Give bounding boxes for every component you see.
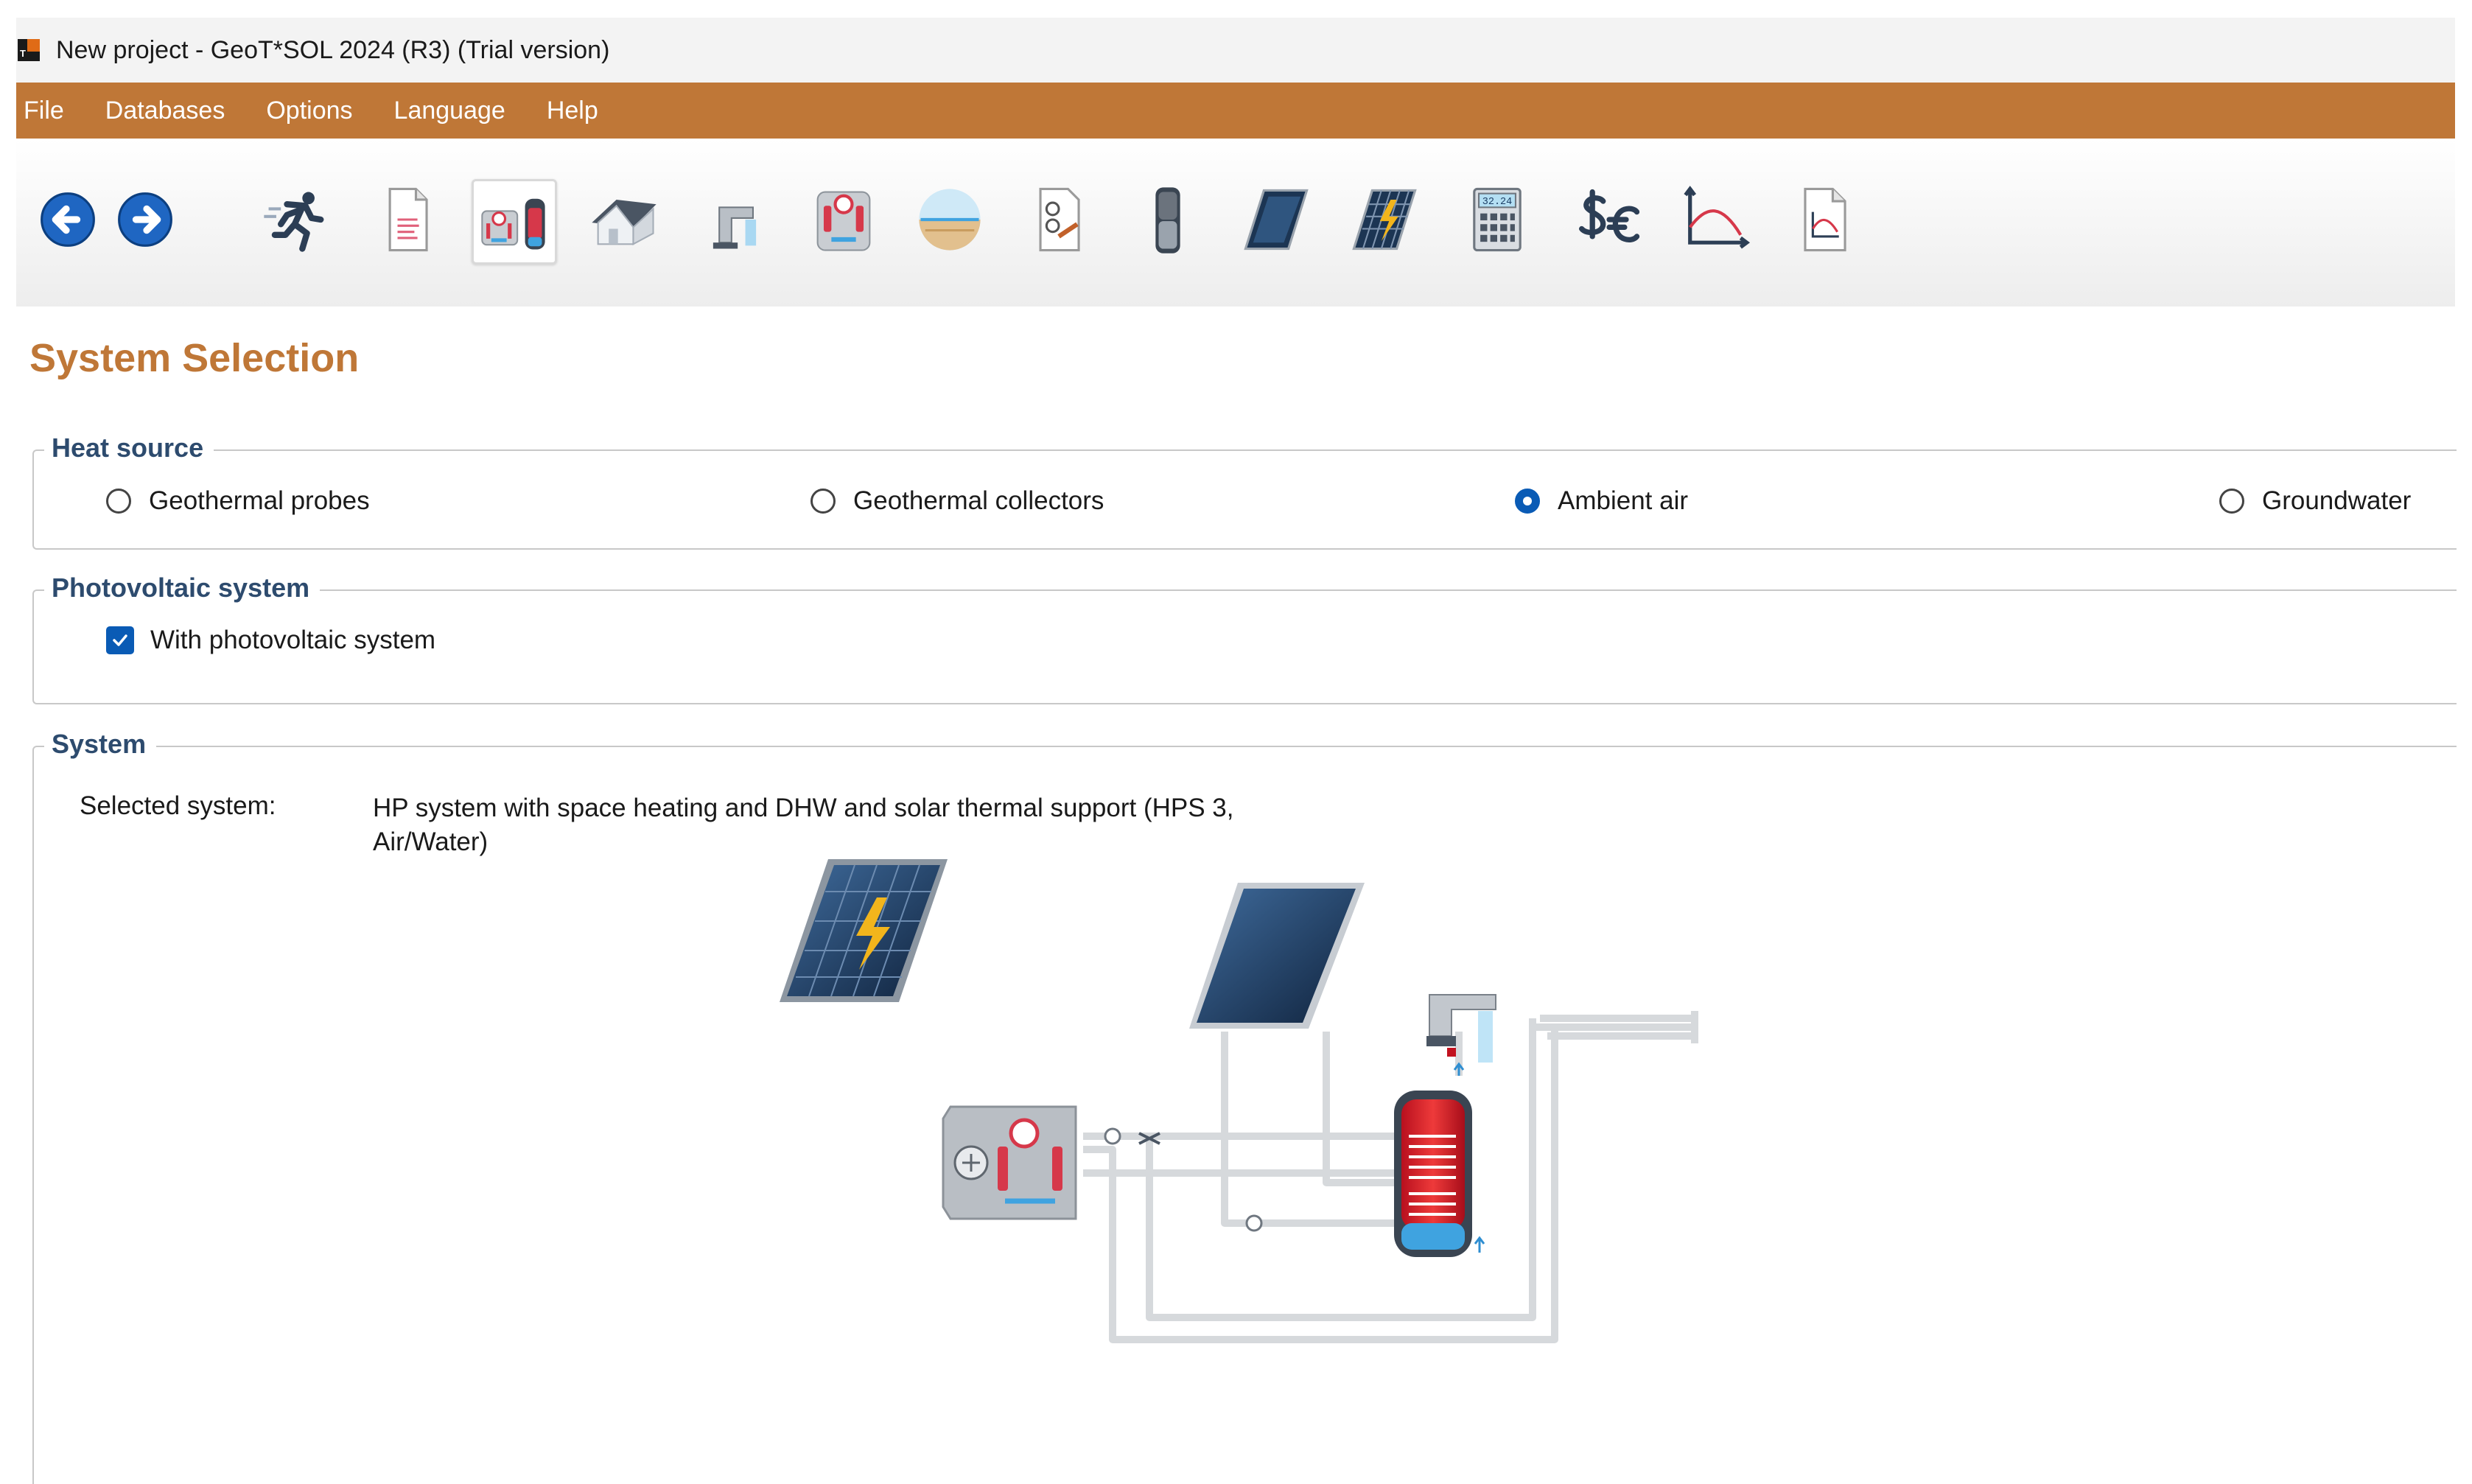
menu-databases[interactable]: Databases	[85, 97, 246, 125]
photovoltaic-group: Photovoltaic system With photovoltaic sy…	[32, 573, 2457, 704]
solar-collector-button[interactable]	[1236, 179, 1317, 260]
system-diagram	[780, 859, 1698, 1343]
forward-button[interactable]	[105, 179, 186, 260]
heat-source-label: Heat source	[44, 433, 214, 463]
menu-file[interactable]: File	[16, 97, 85, 125]
pv-checkbox-label: With photovoltaic system	[150, 626, 436, 654]
radio-geothermal-collectors[interactable]: Geothermal collectors	[810, 486, 1104, 516]
storage-tank-icon	[1155, 187, 1180, 253]
radio-button[interactable]	[810, 489, 836, 514]
radio-label: Groundwater	[2262, 486, 2412, 515]
cost-icon	[1579, 189, 1640, 242]
pv-module-illustration	[780, 859, 948, 1002]
chart-button[interactable]	[1674, 179, 1755, 260]
building-icon	[592, 199, 656, 246]
radio-label: Geothermal collectors	[853, 486, 1104, 515]
hot-water-icon	[712, 206, 757, 249]
app-window: T New project - GeoT*SOL 2024 (R3) (Tria…	[0, 0, 2472, 1484]
pv-module-icon	[1352, 189, 1417, 251]
system-label: System	[44, 729, 157, 760]
radio-button[interactable]	[2219, 489, 2244, 514]
menu-options[interactable]: Options	[245, 97, 373, 125]
hot-water-button[interactable]	[694, 179, 775, 260]
report-icon	[1804, 187, 1846, 252]
flow-arrow-icon	[1474, 1236, 1485, 1253]
selected-system-label: Selected system:	[80, 791, 276, 820]
menu-language[interactable]: Language	[374, 97, 526, 125]
heat-pump-illustration	[942, 1105, 1077, 1220]
heat-source-icon	[919, 189, 981, 251]
heat-pump-icon	[816, 191, 871, 251]
quick-start-icon	[264, 192, 324, 252]
heat-source-button[interactable]	[909, 179, 990, 260]
menu-bar: File Databases Options Language Help	[16, 83, 2455, 139]
calculator-icon: 32.24	[1473, 187, 1522, 252]
radio-ambient-air[interactable]: Ambient air	[1515, 486, 1688, 516]
cost-button[interactable]	[1567, 179, 1648, 260]
pump-symbols	[1104, 1127, 1263, 1232]
pv-checkbox-row[interactable]: With photovoltaic system	[106, 626, 435, 655]
project-data-icon	[388, 187, 428, 252]
pv-checkbox[interactable]	[106, 626, 134, 654]
piping	[1083, 1011, 1698, 1343]
radio-button[interactable]	[106, 489, 131, 514]
chart-icon	[1684, 186, 1751, 249]
calculator-button[interactable]: 32.24	[1457, 179, 1538, 260]
back-button[interactable]	[27, 179, 108, 260]
heat-pump-button[interactable]	[803, 179, 884, 260]
project-data-button[interactable]	[366, 179, 447, 260]
photovoltaic-label: Photovoltaic system	[44, 573, 321, 603]
radio-label: Ambient air	[1558, 486, 1689, 515]
forward-icon	[118, 192, 172, 247]
storage-tank-button[interactable]	[1127, 179, 1208, 260]
storage-tank-illustration	[1394, 1091, 1472, 1257]
radio-geothermal-probes[interactable]: Geothermal probes	[106, 486, 370, 516]
tank-connection-button[interactable]	[1018, 179, 1099, 260]
calculator-display: 32.24	[1482, 197, 1513, 208]
title-bar: T New project - GeoT*SOL 2024 (R3) (Tria…	[16, 18, 2455, 83]
radio-button-selected[interactable]	[1515, 489, 1540, 514]
solar-collector-illustration	[1189, 883, 1365, 1029]
check-icon	[113, 634, 127, 646]
page-title: System Selection	[29, 336, 360, 380]
selected-system-value: HP system with space heating and DHW and…	[373, 794, 1234, 856]
back-icon	[41, 192, 95, 247]
radio-label: Geothermal probes	[149, 486, 370, 515]
heat-source-group: Heat source Geothermal probes Geothermal…	[32, 433, 2457, 550]
report-button[interactable]	[1785, 179, 1866, 260]
system-selection-icon	[481, 198, 545, 250]
quick-start-button[interactable]	[256, 179, 337, 260]
app-logo-icon: T	[18, 39, 40, 61]
window-title: New project - GeoT*SOL 2024 (R3) (Trial …	[56, 35, 610, 64]
radio-groundwater[interactable]: Groundwater	[2219, 486, 2411, 516]
toolbar: 32.24	[16, 139, 2455, 307]
menu-help[interactable]: Help	[526, 97, 619, 125]
building-button[interactable]	[584, 179, 665, 260]
solar-collector-icon	[1244, 189, 1309, 251]
system-selection-button[interactable]	[472, 179, 557, 265]
pv-module-button[interactable]	[1344, 179, 1425, 260]
tank-connection-icon	[1039, 187, 1080, 252]
